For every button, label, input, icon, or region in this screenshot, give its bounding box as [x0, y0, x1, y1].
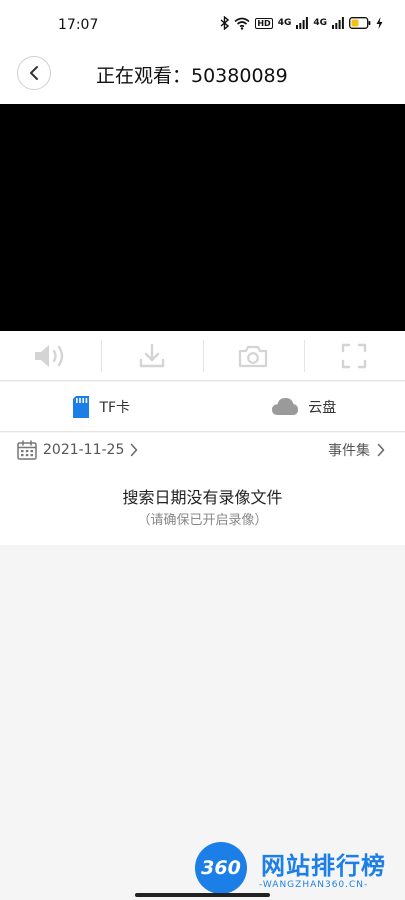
tab-tf-card[interactable]: TF卡	[0, 382, 203, 431]
events-label: 事件集	[328, 443, 370, 459]
watermark: 360 网站排行榜 -WANGZHAN360.CN-	[195, 838, 405, 900]
selected-date: 2021-11-25	[43, 442, 125, 458]
empty-state-subtitle: （请确保已开启录像）	[137, 513, 268, 528]
header: 正在观看：50380089	[0, 50, 405, 104]
watermark-site-name: 网站排行榜	[261, 852, 386, 880]
video-player[interactable]	[0, 104, 405, 331]
mute-button[interactable]	[0, 331, 101, 380]
charging-icon	[376, 17, 383, 29]
home-indicator	[135, 893, 270, 897]
bluetooth-icon	[220, 16, 230, 30]
signal-4g-label: 4G	[277, 18, 292, 28]
status-bar: 17:07 HD 4G 4G	[0, 0, 405, 50]
date-picker[interactable]: 2021-11-25	[17, 440, 138, 460]
camera-icon	[239, 345, 268, 367]
signal-4g-icon-2	[332, 17, 344, 29]
wifi-icon	[234, 17, 250, 30]
page-title: 正在观看：50380089	[96, 65, 288, 87]
download-icon	[139, 343, 165, 367]
signal-4g-icon	[296, 17, 309, 29]
back-button[interactable]	[17, 56, 51, 90]
date-row: 2021-11-25 事件集	[0, 433, 405, 468]
calendar-icon	[17, 440, 37, 460]
empty-state-title: 搜索日期没有录像文件	[122, 488, 283, 507]
cloud-icon	[272, 398, 299, 415]
empty-state: 搜索日期没有录像文件 （请确保已开启录像）	[0, 468, 405, 545]
chevron-right-icon	[131, 443, 138, 457]
player-controls	[0, 331, 405, 381]
snapshot-button[interactable]	[202, 331, 304, 380]
status-time: 17:07	[58, 17, 99, 33]
watermark-url: -WANGZHAN360.CN-	[259, 880, 369, 890]
sd-card-icon	[73, 395, 90, 418]
fullscreen-icon	[342, 343, 367, 368]
chevron-left-icon	[30, 66, 38, 80]
hd-badge: HD	[255, 17, 273, 29]
fullscreen-button[interactable]	[303, 331, 405, 380]
events-link[interactable]: 事件集	[328, 440, 385, 460]
download-button[interactable]	[101, 331, 202, 380]
watermark-logo: 360	[195, 842, 247, 894]
tab-cloud-label: 云盘	[308, 399, 337, 416]
speaker-icon	[34, 344, 63, 367]
chevron-right-icon	[377, 443, 385, 457]
status-icons: HD 4G 4G	[220, 16, 383, 30]
watermark-logo-text: 360	[201, 857, 241, 879]
tab-cloud[interactable]: 云盘	[203, 382, 405, 431]
storage-tabs: TF卡 云盘	[0, 382, 405, 432]
battery-icon	[349, 17, 371, 29]
tab-tf-card-label: TF卡	[99, 399, 131, 416]
signal-4g-label-2: 4G	[313, 18, 327, 28]
